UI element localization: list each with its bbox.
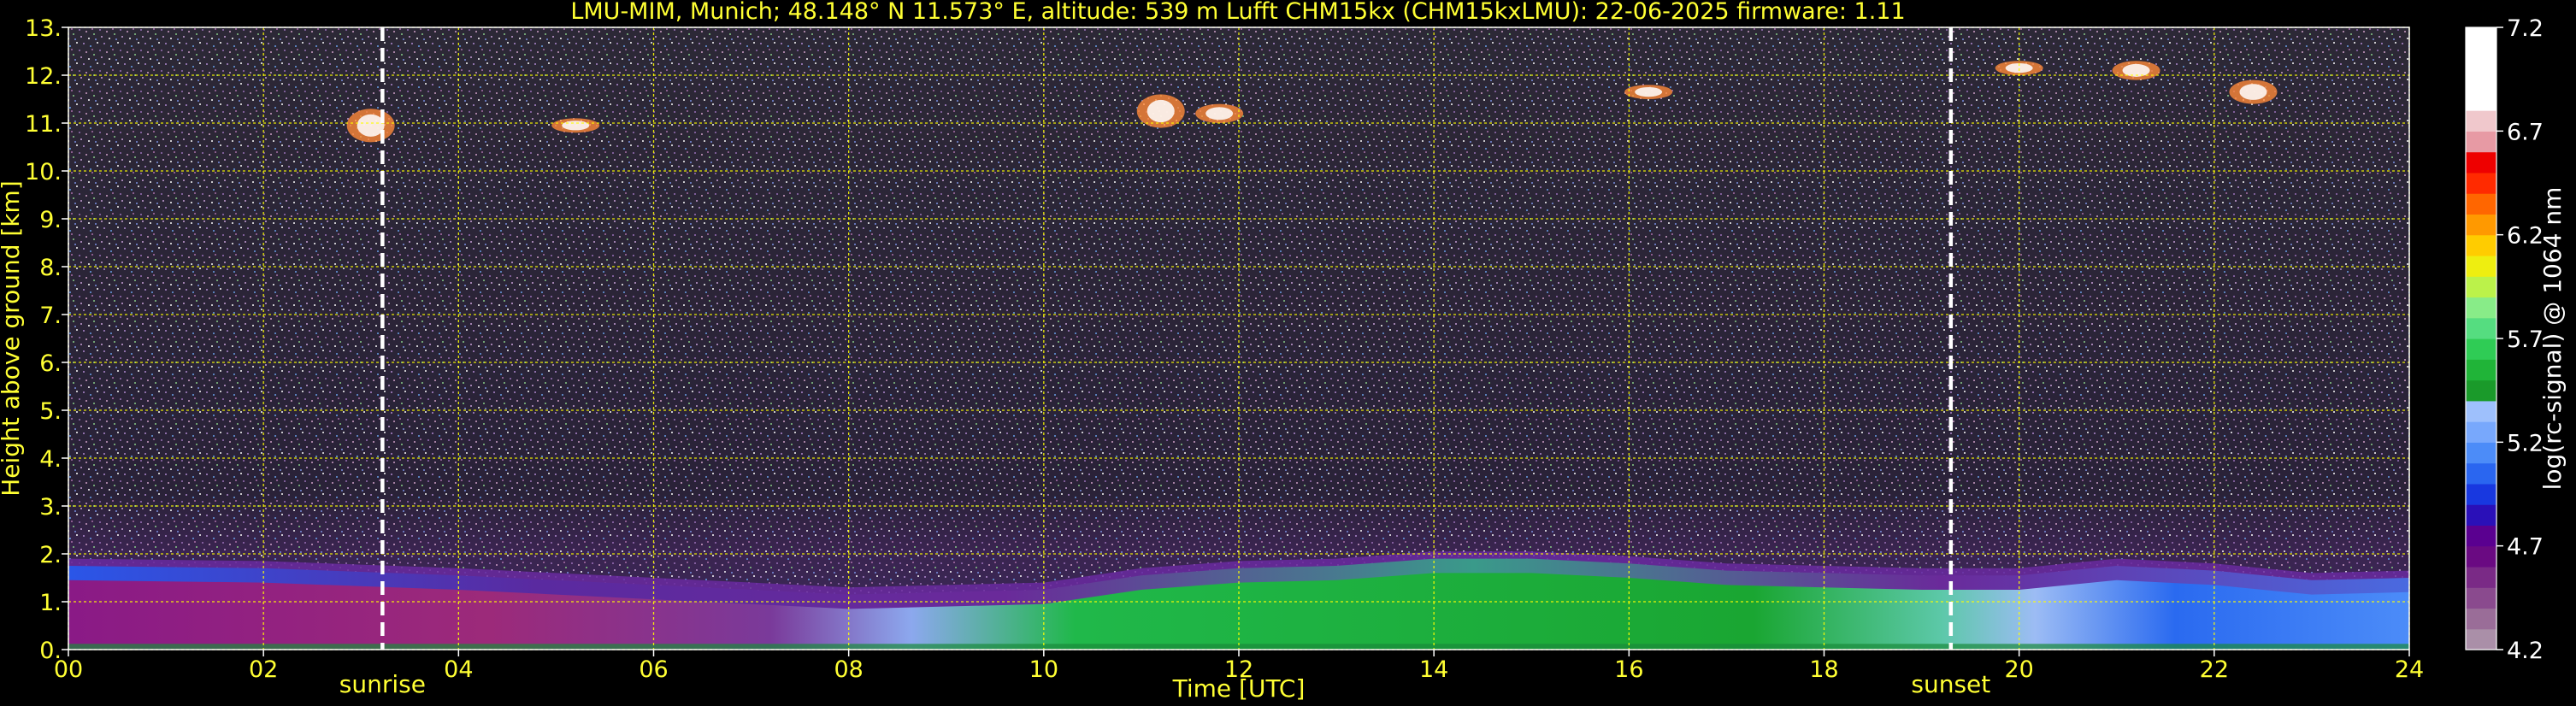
colorbar-segment [2466, 462, 2496, 485]
colorbar-segment [2466, 276, 2496, 298]
colorbar-tick-label: 4.2 [2507, 638, 2544, 664]
colorbar-segment [2466, 27, 2496, 49]
colorbar-segment [2466, 608, 2496, 630]
colorbar-segment [2466, 504, 2496, 526]
chart-title: LMU-MIM, Munich; 48.148° N 11.573° E, al… [570, 0, 1905, 25]
colorbar-segment [2466, 48, 2496, 70]
y-tick-label: 5. [39, 398, 62, 425]
colorbar-segment [2466, 421, 2496, 443]
colorbar-segment [2466, 317, 2496, 339]
x-tick-label: 14 [1419, 656, 1448, 683]
colorbar-segment [2466, 110, 2496, 132]
x-tick-label: 04 [444, 656, 473, 683]
y-tick-label: 1. [39, 590, 62, 616]
y-tick-label: 3. [39, 494, 62, 521]
colorbar-segment [2466, 193, 2496, 215]
y-tick-label: 7. [39, 303, 62, 329]
cirrus-cloud-core [1635, 87, 1663, 97]
y-axis-label: Height above ground [km] [0, 180, 25, 497]
colorbar-tick-label: 6.7 [2507, 119, 2544, 145]
x-tick-label: 10 [1029, 656, 1058, 683]
colorbar-segment [2466, 68, 2496, 91]
y-tick-label: 11. [25, 111, 62, 138]
lidar-figure: LMU-MIM, Munich; 48.148° N 11.573° E, al… [0, 0, 2567, 703]
sunset-label: sunset [1911, 670, 1990, 698]
colorbar-segment [2466, 359, 2496, 381]
cirrus-cloud-core [357, 114, 385, 137]
cirrus-cloud-core [1147, 99, 1175, 123]
colorbar-segment [2466, 151, 2496, 174]
y-tick-label: 0. [39, 638, 62, 664]
colorbar-segment [2466, 297, 2496, 319]
colorbar-segment [2466, 338, 2496, 360]
colorbar-segment [2466, 566, 2496, 588]
x-tick-label: 22 [2200, 656, 2229, 683]
colorbar-segment [2466, 172, 2496, 194]
y-tick-label: 6. [39, 350, 62, 377]
colorbar-segment [2466, 587, 2496, 609]
y-tick-label: 2. [39, 542, 62, 568]
y-tick-label: 10. [25, 159, 62, 185]
x-tick-label: 02 [249, 656, 278, 683]
y-tick-label: 9. [39, 207, 62, 233]
x-tick-label: 18 [1809, 656, 1838, 683]
colorbar-segment [2466, 483, 2496, 505]
colorbar-segment [2466, 89, 2496, 111]
colorbar-tick-label: 7.2 [2507, 15, 2544, 42]
y-tick-label: 12. [25, 63, 62, 90]
y-tick-label: 13. [25, 15, 62, 42]
x-tick-label: 16 [1614, 656, 1643, 683]
colorbar-segment [2466, 255, 2496, 277]
colorbar-segment [2466, 131, 2496, 153]
colorbar: 4.24.75.25.76.26.77.2 [2465, 15, 2544, 664]
cirrus-cloud-core [2239, 84, 2267, 100]
colorbar-segment [2466, 214, 2496, 236]
x-tick-label: 20 [2004, 656, 2033, 683]
colorbar-segment [2466, 525, 2496, 547]
sunrise-label: sunrise [339, 670, 426, 698]
x-tick-label: 08 [834, 656, 863, 683]
x-tick-label: 24 [2395, 656, 2424, 683]
colorbar-segment [2466, 545, 2496, 568]
colorbar-segment [2466, 234, 2496, 256]
colorbar-tick-label: 4.7 [2507, 534, 2544, 561]
colorbar-segment [2466, 628, 2496, 650]
colorbar-label: log(rc-signal) @ 1064 nm [2538, 187, 2567, 491]
y-tick-label: 8. [39, 255, 62, 281]
y-tick-label: 4. [39, 446, 62, 473]
colorbar-segment [2466, 400, 2496, 422]
x-tick-label: 06 [639, 656, 668, 683]
colorbar-segment [2466, 442, 2496, 464]
x-axis-label: Time [UTC] [1172, 674, 1306, 703]
colorbar-segment [2466, 379, 2496, 402]
cirrus-cloud-core [1205, 107, 1234, 121]
cirrus-cloud-core [562, 121, 590, 131]
